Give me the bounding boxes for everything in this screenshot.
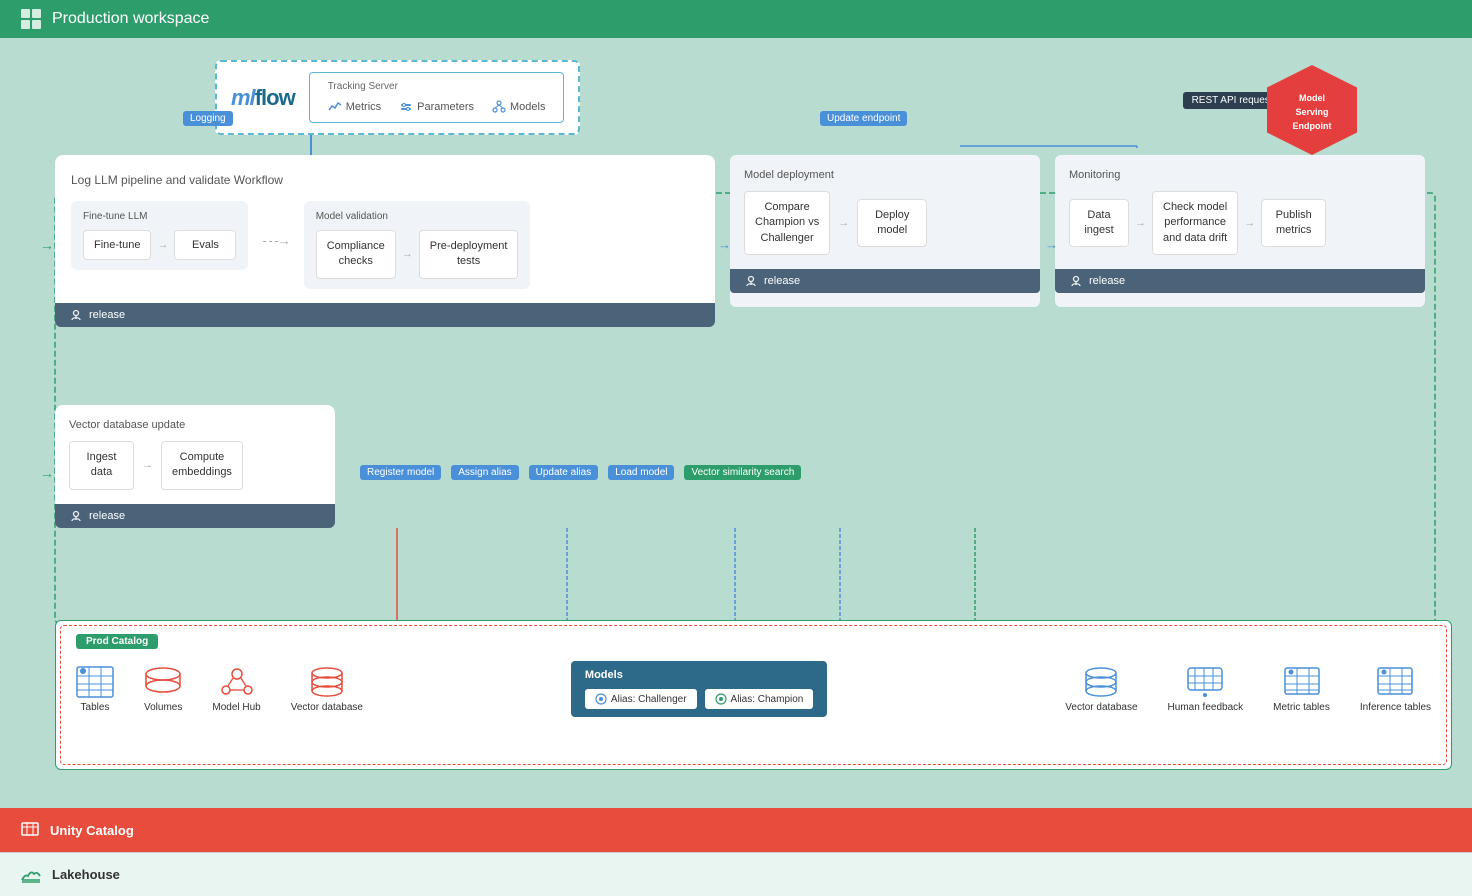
catalog-human-feedback: Human feedback — [1168, 666, 1244, 713]
assign-alias-tag: Assign alias — [451, 465, 518, 480]
mlflow-section: mlflow Tracking Server Metrics Parameter… — [215, 60, 580, 135]
parameters-item: Parameters — [399, 100, 474, 114]
vector-db-title: Vector database update — [69, 419, 321, 431]
publish-metrics-box: Publish metrics — [1261, 199, 1326, 248]
update-endpoint-label: Update endpoint — [820, 108, 907, 126]
action-tags: Register model Assign alias Update alias… — [360, 465, 801, 480]
svg-text:Serving: Serving — [1295, 107, 1328, 117]
catalog-model-hub: Model Hub — [212, 666, 260, 713]
prod-catalog-title: Prod Catalog — [76, 634, 158, 649]
workspace-title: Production workspace — [52, 10, 209, 28]
arrow-left-workflow: → — [40, 237, 54, 253]
lakehouse-icon — [20, 866, 42, 884]
svg-text:Endpoint: Endpoint — [1293, 121, 1332, 131]
workspace-icon — [20, 8, 42, 30]
load-model-tag: Load model — [608, 465, 674, 480]
compute-embeddings-box: Compute embeddings — [161, 441, 243, 490]
arrow-deploy-monitoring: → — [1045, 237, 1058, 252]
vector-database-label: Vector database — [291, 702, 363, 713]
svg-text:Model: Model — [1299, 93, 1325, 103]
workflow-release-bar: release — [55, 303, 715, 327]
vector-similarity-tag: Vector similarity search — [684, 465, 801, 480]
compare-champion-box: Compare Champion vs Challenger — [744, 191, 830, 255]
metric-tables-label: Metric tables — [1273, 702, 1330, 713]
update-alias-tag: Update alias — [529, 465, 599, 480]
catalog-inference-tables: Inference tables — [1360, 666, 1431, 713]
models-item: Models — [492, 100, 545, 114]
model-deployment-container: Model deployment Compare Champion vs Cha… — [730, 155, 1040, 307]
workflow-container: Log LLM pipeline and validate Workflow F… — [55, 155, 715, 327]
model-validation-title: Model validation — [316, 211, 519, 222]
tracking-server-label: Tracking Server — [328, 81, 546, 92]
unity-catalog-icon — [20, 820, 40, 840]
logging-label: Logging — [183, 108, 233, 126]
monitoring-release-bar: release — [1055, 269, 1425, 293]
fine-tune-section: Fine-tune LLM Fine-tune → Evals — [71, 201, 248, 270]
tables-label: Tables — [81, 702, 110, 713]
top-bar: Production workspace — [0, 0, 1472, 38]
vector-database-right-label: Vector database — [1065, 702, 1137, 713]
ingest-data-box: Ingest data — [69, 441, 134, 490]
volumes-label: Volumes — [144, 702, 182, 713]
arrow-workflow-deploy: → — [718, 237, 731, 252]
models-catalog-box: Models Alias: Challenger Alias: Champion — [571, 661, 827, 717]
model-hub-label: Model Hub — [212, 702, 260, 713]
serving-endpoint: Model Serving Endpoint — [1267, 65, 1357, 165]
mlflow-logo: mlflow — [231, 85, 295, 111]
models-catalog-title: Models — [585, 669, 813, 681]
prod-catalog-container: Prod Catalog Tables Vo — [55, 620, 1452, 770]
catalog-vector-db: Vector database — [291, 666, 363, 713]
compliance-checks-box: Compliance checks — [316, 230, 396, 279]
deployment-release-bar: release — [730, 269, 1040, 293]
catalog-volumes: Volumes — [144, 666, 182, 713]
tracking-server-box: Tracking Server Metrics Parameters Model… — [309, 72, 565, 123]
pre-deployment-box: Pre-deployment tests — [419, 230, 519, 279]
metrics-item: Metrics — [328, 100, 381, 114]
catalog-vector-db-right: Vector database — [1065, 666, 1137, 713]
catalog-tables: Tables — [76, 666, 114, 713]
human-feedback-label: Human feedback — [1168, 702, 1244, 713]
lakehouse-title: Lakehouse — [52, 867, 120, 882]
vector-db-update-container: Vector database update Ingest data → Com… — [55, 405, 335, 528]
register-model-tag: Register model — [360, 465, 441, 480]
monitoring-container: Monitoring Data ingest → Check model per… — [1055, 155, 1425, 307]
check-performance-box: Check model performance and data drift — [1152, 191, 1238, 255]
fine-tune-box: Fine-tune — [83, 230, 151, 260]
vector-db-release-bar: release — [55, 504, 335, 528]
fine-tune-title: Fine-tune LLM — [83, 211, 236, 222]
deployment-title: Model deployment — [744, 169, 1026, 181]
alias-champion: Alias: Champion — [705, 689, 814, 709]
workflow-title: Log LLM pipeline and validate Workflow — [71, 173, 699, 187]
alias-challenger: Alias: Challenger — [585, 689, 697, 709]
alias-row: Alias: Challenger Alias: Champion — [585, 689, 813, 709]
catalog-metric-tables: Metric tables — [1273, 666, 1330, 713]
evals-box: Evals — [174, 230, 236, 260]
unity-catalog-title: Unity Catalog — [50, 823, 134, 838]
monitoring-title: Monitoring — [1069, 169, 1411, 181]
unity-catalog-bar: Unity Catalog — [0, 808, 1472, 852]
dashed-arrow: - - -→ — [262, 201, 289, 248]
data-ingest-box: Data ingest — [1069, 199, 1129, 248]
deploy-model-box: Deploy model — [857, 199, 927, 248]
inference-tables-label: Inference tables — [1360, 702, 1431, 713]
arrow-left-vectordb: → — [40, 465, 54, 481]
lakehouse-bar: Lakehouse — [0, 852, 1472, 896]
model-validation-section: Model validation Compliance checks → Pre… — [304, 201, 531, 289]
